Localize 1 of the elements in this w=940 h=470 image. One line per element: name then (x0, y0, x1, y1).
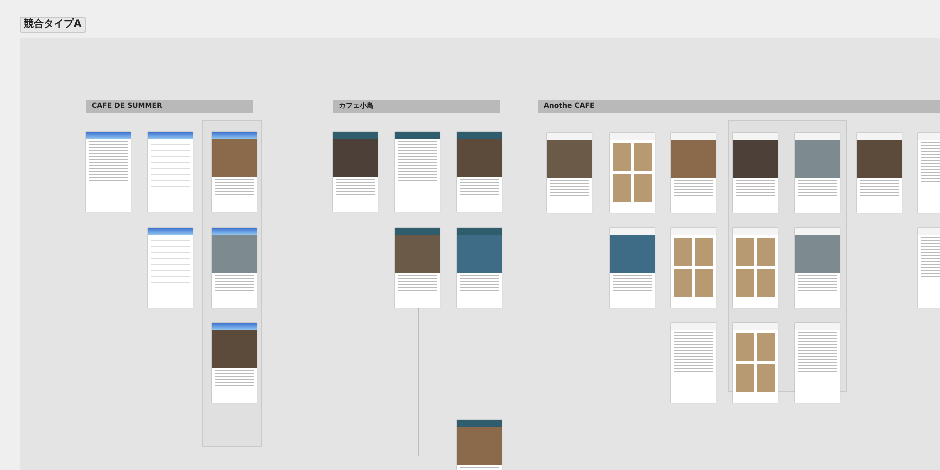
board-title: 競合タイプA (20, 17, 86, 33)
